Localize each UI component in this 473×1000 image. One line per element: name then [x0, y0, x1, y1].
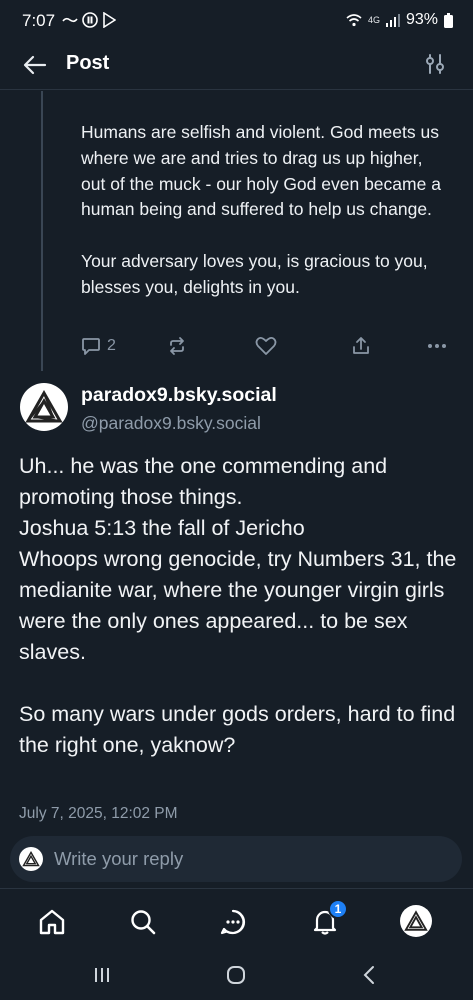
- repost-icon: [170, 337, 184, 355]
- battery-icon: [444, 12, 453, 28]
- status-bar: 7:07 4G 93%: [0, 0, 473, 42]
- sliders-icon: [426, 54, 444, 74]
- page-title: Post: [66, 52, 110, 74]
- status-notification-icons: [62, 12, 116, 28]
- author-display-name[interactable]: paradox9.bsky.social: [81, 384, 277, 407]
- composer-avatar: [19, 847, 43, 871]
- more-icon: [428, 344, 446, 348]
- parent-post-text: Humans are selfish and violent. God meet…: [81, 122, 441, 297]
- share-icon: [353, 337, 369, 354]
- chat-icon: [220, 909, 246, 935]
- back-arrow-icon: [23, 55, 47, 75]
- repost-button[interactable]: [167, 333, 187, 359]
- home-circle-icon: [227, 966, 245, 984]
- system-home-button[interactable]: [221, 962, 251, 988]
- thread-connector-line: [41, 91, 43, 371]
- impossible-triangle-avatar-icon: [404, 910, 428, 931]
- status-system-icons: 4G 93%: [346, 11, 453, 29]
- record-icon: [82, 12, 98, 28]
- reply-input-placeholder[interactable]: Write your reply: [54, 848, 183, 870]
- signal-icon: [385, 14, 400, 27]
- notification-badge: 1: [328, 899, 348, 919]
- more-options-button[interactable]: [427, 333, 447, 359]
- search-icon: [131, 910, 156, 935]
- back-chevron-icon: [363, 966, 374, 984]
- bottom-nav: 1: [0, 888, 473, 954]
- share-button[interactable]: [351, 333, 371, 359]
- impossible-triangle-avatar-icon: [22, 851, 40, 867]
- like-icon: [255, 336, 277, 355]
- parent-post[interactable]: Humans are selfish and violent. God meet…: [81, 120, 441, 301]
- like-button[interactable]: [255, 333, 277, 359]
- author-handle[interactable]: @paradox9.bsky.social: [81, 413, 261, 434]
- nav-home[interactable]: [35, 905, 69, 939]
- back-button[interactable]: [20, 52, 50, 78]
- network-type-label: 4G: [367, 15, 380, 25]
- nav-chat[interactable]: [216, 905, 250, 939]
- post-text: Uh... he was the one commending and prom…: [19, 454, 457, 757]
- parent-post-actions: 2: [81, 333, 453, 359]
- impossible-triangle-avatar-icon: [25, 390, 63, 423]
- reply-icon: [82, 338, 100, 355]
- recents-button[interactable]: [87, 962, 117, 988]
- nav-search[interactable]: [126, 905, 160, 939]
- system-back-button[interactable]: [354, 962, 384, 988]
- link-icon: [62, 17, 78, 23]
- post-header: Post: [0, 42, 473, 90]
- post-timestamp: July 7, 2025, 12:02 PM: [19, 805, 178, 822]
- recents-icon: [95, 968, 109, 982]
- battery-percent: 93%: [405, 11, 438, 28]
- system-navigation-bar: [0, 954, 473, 1000]
- author-avatar[interactable]: [20, 383, 68, 431]
- status-time: 7:07: [22, 11, 56, 30]
- reply-button[interactable]: 2: [81, 333, 116, 359]
- nav-profile[interactable]: [400, 905, 432, 937]
- reply-composer[interactable]: Write your reply: [10, 836, 462, 882]
- nav-notifications[interactable]: 1: [308, 899, 348, 939]
- wifi-icon: [346, 14, 362, 27]
- home-icon: [39, 909, 65, 935]
- thread-settings-button[interactable]: [423, 52, 449, 78]
- reply-count: 2: [107, 337, 116, 354]
- play-store-icon: [103, 12, 116, 28]
